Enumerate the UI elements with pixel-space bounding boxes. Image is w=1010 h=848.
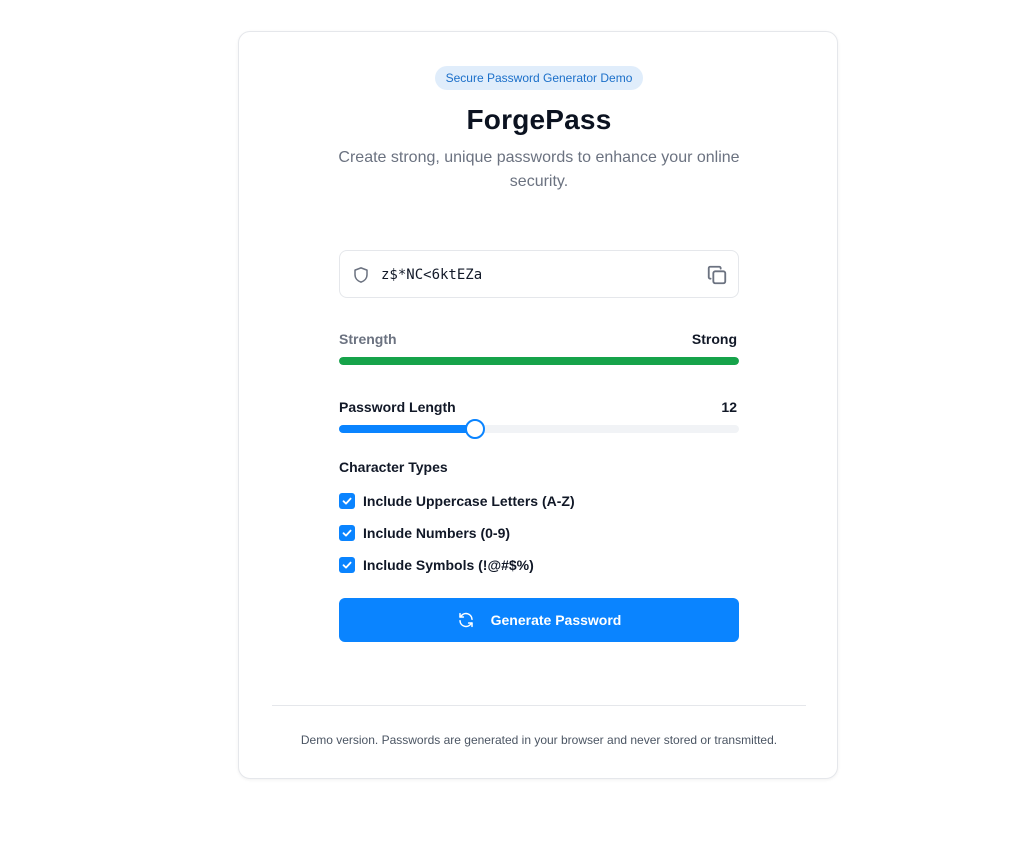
numbers-checkbox[interactable]	[339, 525, 355, 541]
strength-value: Strong	[691, 331, 737, 347]
check-icon	[342, 529, 352, 537]
symbols-label: Include Symbols (!@#$%)	[363, 557, 534, 573]
symbols-checkbox[interactable]	[339, 557, 355, 573]
uppercase-label: Include Uppercase Letters (A-Z)	[363, 493, 575, 509]
character-types-heading: Character Types	[339, 459, 448, 475]
generate-password-button[interactable]: Generate Password	[339, 598, 739, 642]
numbers-label: Include Numbers (0-9)	[363, 525, 511, 541]
copy-icon[interactable]	[706, 264, 728, 286]
footer-note: Demo version. Passwords are generated in…	[300, 733, 778, 747]
length-value: 12	[721, 399, 737, 415]
length-slider-thumb[interactable]	[465, 419, 485, 439]
generator-card: Secure Password Generator Demo ForgePass…	[238, 31, 838, 779]
symbols-option[interactable]: Include Symbols (!@#$%)	[339, 555, 534, 575]
app-title: ForgePass	[466, 104, 612, 135]
shield-icon	[354, 267, 368, 283]
length-slider[interactable]	[339, 419, 739, 439]
uppercase-checkbox[interactable]	[339, 493, 355, 509]
strength-label: Strength	[339, 331, 397, 347]
length-slider-fill	[339, 425, 475, 433]
length-label: Password Length	[339, 399, 456, 415]
refresh-icon	[458, 612, 473, 628]
check-icon	[342, 561, 352, 569]
check-icon	[342, 497, 352, 505]
demo-badge: Secure Password Generator Demo	[435, 66, 643, 90]
numbers-option[interactable]: Include Numbers (0-9)	[339, 523, 510, 543]
strength-meter-fill	[339, 357, 739, 365]
generate-password-label: Generate Password	[490, 612, 622, 628]
uppercase-option[interactable]: Include Uppercase Letters (A-Z)	[339, 491, 575, 511]
strength-meter	[339, 357, 739, 365]
password-value: z$*NC<6ktEZa	[381, 267, 483, 283]
footer-divider	[272, 705, 806, 706]
app-subtitle: Create strong, unique passwords to enhan…	[338, 149, 740, 190]
password-display[interactable]: z$*NC<6ktEZa	[339, 250, 739, 298]
